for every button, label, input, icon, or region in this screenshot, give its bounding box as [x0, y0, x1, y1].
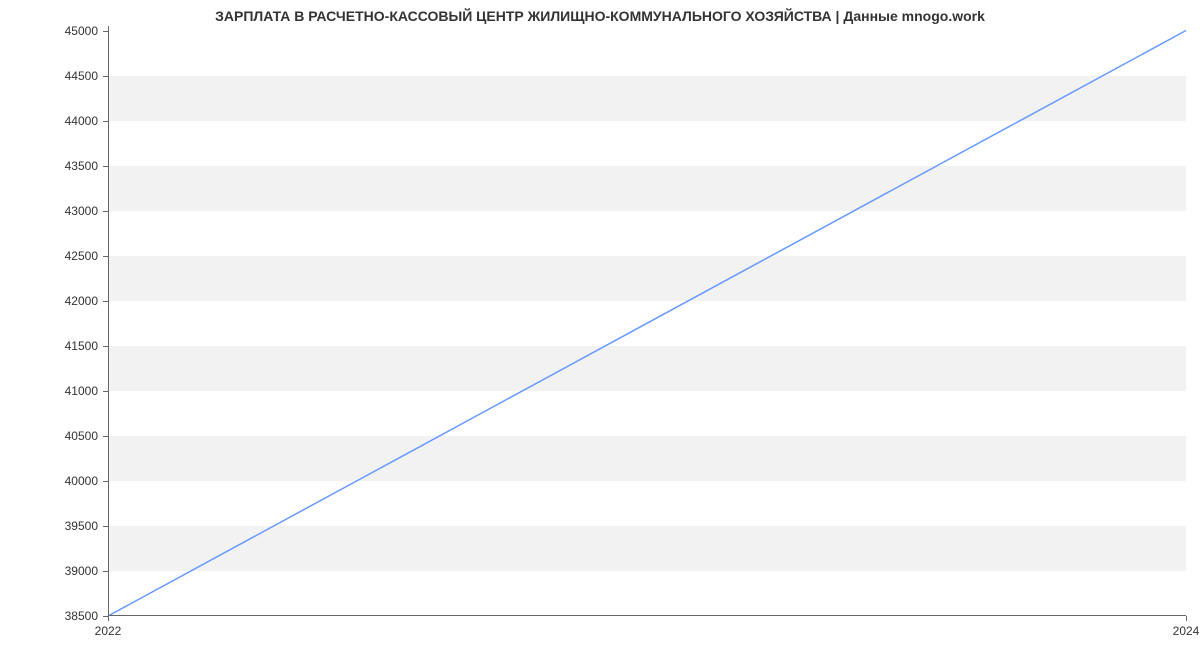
data-line [108, 31, 1186, 616]
y-tick-mark [103, 301, 108, 302]
y-tick-label: 41500 [65, 339, 98, 353]
y-tick-mark [103, 166, 108, 167]
y-tick-label: 45000 [65, 24, 98, 38]
x-tick-label: 2022 [95, 624, 122, 638]
y-tick-label: 39000 [65, 564, 98, 578]
y-tick-mark [103, 571, 108, 572]
y-tick-label: 44000 [65, 114, 98, 128]
x-tick-label: 2024 [1173, 624, 1200, 638]
chart-container: ЗАРПЛАТА В РАСЧЕТНО-КАССОВЫЙ ЦЕНТР ЖИЛИЩ… [0, 0, 1200, 650]
x-tick-mark [1186, 616, 1187, 621]
y-tick-label: 43000 [65, 204, 98, 218]
y-tick-mark [103, 391, 108, 392]
y-tick-label: 40500 [65, 429, 98, 443]
x-axis [108, 615, 1186, 616]
y-tick-mark [103, 31, 108, 32]
y-axis [108, 26, 109, 616]
y-tick-mark [103, 121, 108, 122]
y-tick-label: 40000 [65, 474, 98, 488]
y-tick-mark [103, 256, 108, 257]
y-tick-label: 42000 [65, 294, 98, 308]
y-tick-mark [103, 76, 108, 77]
y-tick-mark [103, 436, 108, 437]
y-tick-label: 41000 [65, 384, 98, 398]
y-tick-mark [103, 211, 108, 212]
y-tick-label: 39500 [65, 519, 98, 533]
y-tick-mark [103, 481, 108, 482]
line-layer [108, 26, 1186, 616]
y-tick-mark [103, 346, 108, 347]
x-tick-mark [108, 616, 109, 621]
y-tick-mark [103, 526, 108, 527]
chart-title: ЗАРПЛАТА В РАСЧЕТНО-КАССОВЫЙ ЦЕНТР ЖИЛИЩ… [0, 8, 1200, 24]
y-tick-label: 43500 [65, 159, 98, 173]
plot-area: 3850039000395004000040500410004150042000… [108, 26, 1186, 616]
y-tick-label: 42500 [65, 249, 98, 263]
y-tick-label: 44500 [65, 69, 98, 83]
y-tick-label: 38500 [65, 609, 98, 623]
